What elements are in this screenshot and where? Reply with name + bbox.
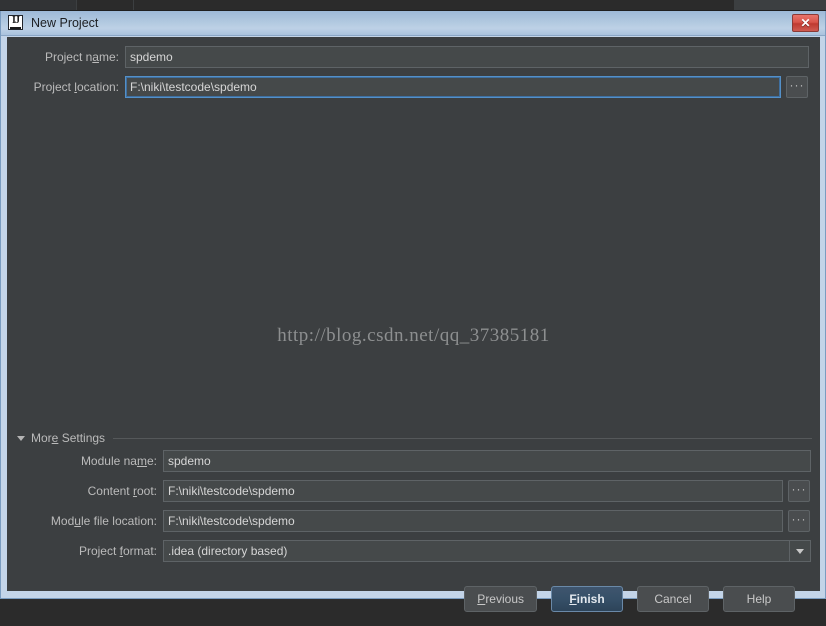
row-project-format: Project format: .idea (directory based) <box>7 540 812 562</box>
previous-button[interactable]: Previous <box>464 586 537 612</box>
cancel-button[interactable]: Cancel <box>637 586 709 612</box>
project-name-input[interactable]: spdemo <box>125 46 809 68</box>
dialog-content: Project name: spdemo Project location: F… <box>7 37 820 612</box>
project-location-browse-button[interactable]: ··· <box>786 76 808 98</box>
finish-button[interactable]: Finish <box>551 586 623 612</box>
watermark-text: http://blog.csdn.net/qq_37385181 <box>277 325 550 346</box>
content-root-label: Content root: <box>87 484 157 498</box>
row-module-file-location: Module file location: F:\niki\testcode\s… <box>7 510 812 532</box>
chevron-down-icon-project-format[interactable] <box>789 540 811 562</box>
module-name-label: Module name: <box>80 454 157 468</box>
project-format-label: Project format: <box>78 544 157 558</box>
chevron-down-icon <box>17 435 25 441</box>
more-settings-label: More Settings <box>31 431 106 445</box>
dialog-title-bar[interactable]: IJ New Project ✕ <box>1 11 825 36</box>
project-location-input[interactable]: F:\niki\testcode\spdemo <box>125 76 781 98</box>
row-module-name: Module name: spdemo <box>7 450 812 472</box>
more-settings-toggle[interactable]: More Settings <box>17 429 812 447</box>
project-format-select[interactable]: .idea (directory based) <box>163 540 789 562</box>
help-button[interactable]: Help <box>723 586 795 612</box>
close-glyph: ✕ <box>800 16 811 30</box>
project-location-label: Project location: <box>33 80 119 94</box>
module-name-input[interactable]: spdemo <box>163 450 811 472</box>
row-project-name: Project name: spdemo <box>7 46 812 68</box>
content-root-input[interactable]: F:\niki\testcode\spdemo <box>163 480 783 502</box>
project-name-label: Project name: <box>44 50 119 64</box>
module-file-location-browse-button[interactable]: ··· <box>788 510 810 532</box>
more-settings-separator <box>113 437 812 439</box>
new-project-dialog: IJ New Project ✕ Project name: spdemo Pr… <box>0 11 826 612</box>
intellij-idea-icon: IJ <box>8 15 24 31</box>
window-title: New Project <box>31 16 99 30</box>
module-file-location-label: Module file location: <box>50 514 157 528</box>
module-file-location-input[interactable]: F:\niki\testcode\spdemo <box>163 510 783 532</box>
content-root-browse-button[interactable]: ··· <box>788 480 810 502</box>
row-content-root: Content root: F:\niki\testcode\spdemo ··… <box>7 480 812 502</box>
close-icon[interactable]: ✕ <box>792 14 819 32</box>
dialog-button-bar: Previous Finish Cancel Help <box>7 586 820 626</box>
row-project-location: Project location: F:\niki\testcode\spdem… <box>7 76 812 98</box>
